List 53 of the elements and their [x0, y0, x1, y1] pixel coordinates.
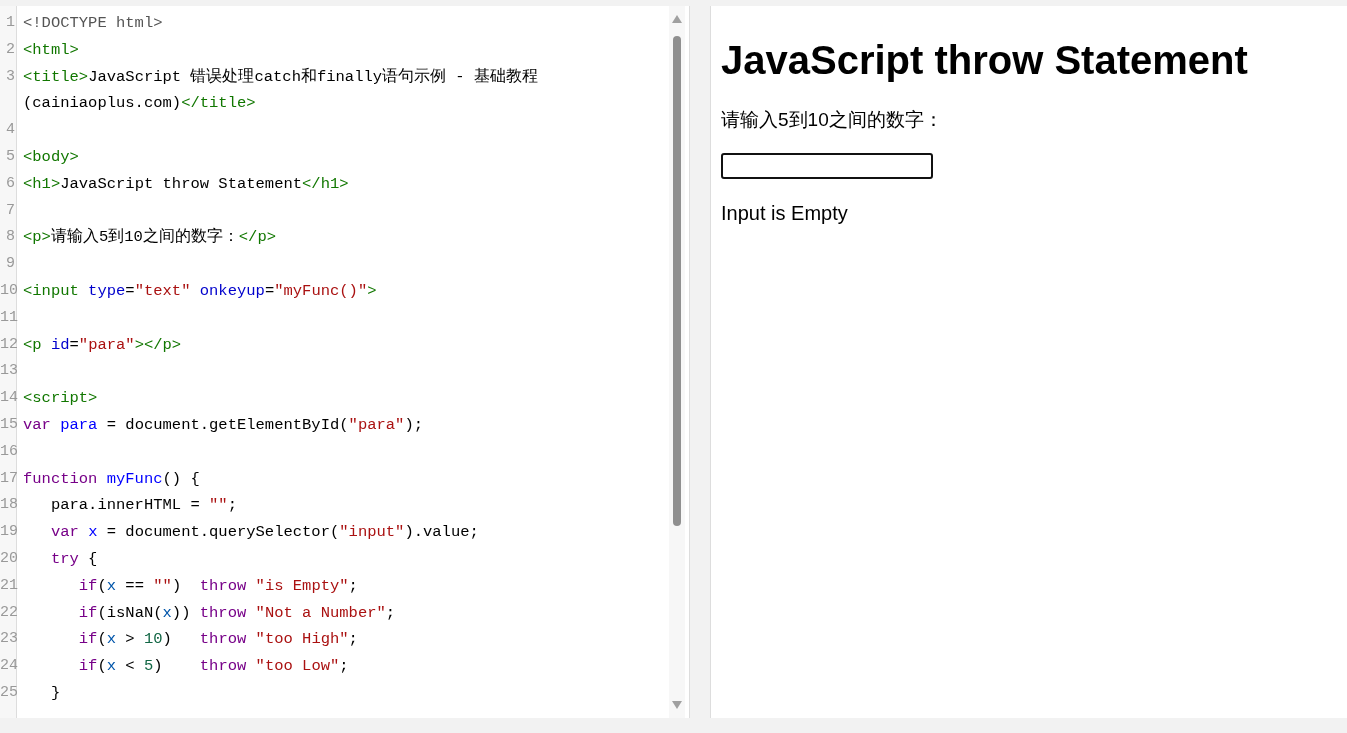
line-number: 25 — [0, 682, 17, 703]
line-number: 2 — [5, 39, 16, 60]
line-number: 15 — [0, 414, 17, 435]
code-line: var para = document.getElementById("para"); — [22, 414, 424, 436]
scroll-down-icon[interactable] — [671, 700, 683, 710]
line-number: 23 — [0, 629, 17, 650]
code-line: } — [49, 682, 62, 704]
line-number: 1 — [5, 13, 16, 33]
line-number: 24 — [0, 656, 17, 677]
code-line: var x = document.querySelector("input").value; — [49, 522, 480, 544]
input-field[interactable] — [721, 153, 933, 179]
line-number: 21 — [0, 575, 17, 596]
code-line: <!DOCTYPE html> — [22, 13, 164, 34]
page-heading: JavaScript throw Statement — [721, 37, 1248, 84]
line-number: 12 — [0, 334, 17, 355]
line-number: 7 — [5, 200, 16, 221]
code-editor[interactable] — [0, 6, 690, 718]
line-number: 8 — [5, 227, 16, 248]
code-line: <p>请输入5到10之间的数字：</p> — [22, 226, 278, 249]
line-number: 10 — [0, 280, 17, 301]
line-number: 9 — [5, 254, 16, 275]
line-number: 13 — [0, 361, 17, 382]
line-number: 20 — [0, 548, 17, 569]
line-number: 19 — [0, 522, 17, 543]
line-number: 18 — [0, 495, 17, 516]
code-line: <title>JavaScript 错误处理catch和finally语句示例 - 基础教程 (cainiaoplus.com)</title> — [22, 66, 539, 115]
line-number: 22 — [0, 602, 17, 623]
line-number: 3 — [5, 66, 16, 87]
code-line: try { — [49, 548, 99, 570]
code-line: if(x == "") throw "is Empty"; — [77, 575, 359, 597]
line-number: 4 — [5, 120, 16, 141]
code-line: <html> — [22, 39, 80, 61]
code-line: if(isNaN(x)) throw "Not a Number"; — [77, 602, 397, 624]
line-number: 6 — [5, 173, 16, 194]
line-number: 14 — [0, 388, 17, 409]
scrollbar-thumb[interactable] — [673, 36, 681, 526]
code-line: <h1>JavaScript throw Statement</h1> — [22, 173, 350, 195]
scroll-up-icon[interactable] — [671, 14, 683, 24]
code-line: <script> — [22, 388, 99, 410]
code-line: if(x < 5) throw "too Low"; — [77, 656, 350, 678]
code-line: <input type="text" onkeyup="myFunc()"> — [22, 280, 378, 302]
line-number: 17 — [0, 468, 17, 489]
code-line: <p id="para"></p> — [22, 334, 183, 356]
line-number: 11 — [0, 307, 17, 328]
line-number: 5 — [5, 147, 16, 167]
code-line: para.innerHTML = ""; — [49, 495, 238, 517]
prompt-text: 请输入5到10之间的数字： — [721, 108, 943, 132]
line-number: 16 — [0, 441, 17, 462]
message-text: Input is Empty — [721, 201, 848, 226]
scrollbar[interactable] — [669, 6, 685, 718]
code-line: function myFunc() { — [22, 468, 201, 490]
code-line: <body> — [22, 147, 80, 168]
code-line: if(x > 10) throw "too High"; — [77, 629, 359, 651]
